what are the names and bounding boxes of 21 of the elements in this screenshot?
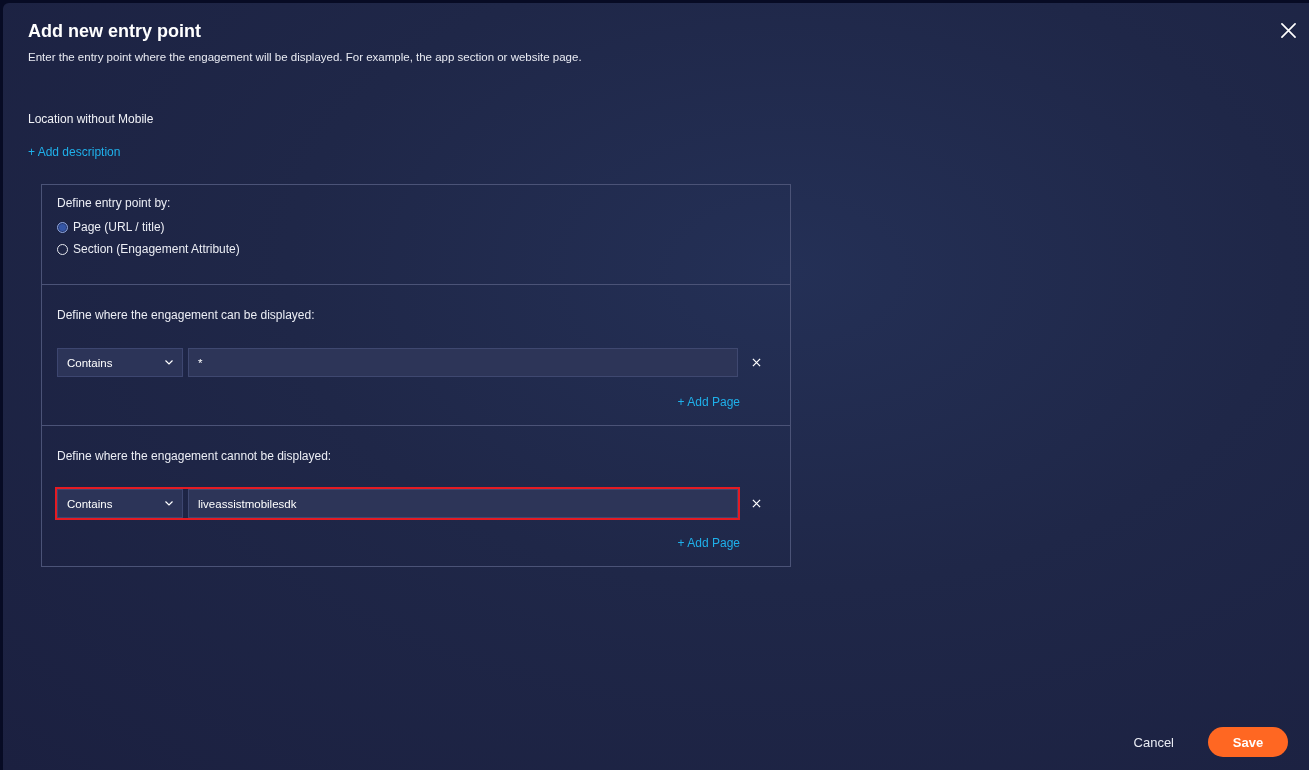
- page-input-field[interactable]: liveassistmobilesdk: [188, 489, 738, 518]
- dialog-subtitle: Enter the entry point where the engagement will be displayed. For example, the app section or website page.: [28, 50, 582, 64]
- page-input-field[interactable]: *: [188, 348, 738, 377]
- entry-point-name: Location without Mobile: [28, 112, 154, 126]
- radio-label[interactable]: Page (URL / title): [73, 219, 165, 235]
- dialog-title: Add new entry point: [28, 20, 201, 42]
- operator-dropdown[interactable]: Contains: [57, 348, 183, 377]
- close-icon[interactable]: [1281, 23, 1296, 38]
- add-description-link[interactable]: + Add description: [28, 145, 121, 159]
- add-page-link[interactable]: + Add Page: [677, 536, 740, 550]
- chevron-down-icon: [165, 360, 173, 365]
- section-heading: Define where the engagement cannot be displayed:: [57, 449, 332, 464]
- remove-icon[interactable]: [752, 499, 761, 508]
- section-heading: Define where the engagement can be displayed:: [57, 308, 315, 323]
- add-page-link[interactable]: + Add Page: [677, 395, 740, 409]
- operator-dropdown[interactable]: Contains: [57, 489, 183, 518]
- radio-label[interactable]: Section (Engagement Attribute): [73, 241, 240, 257]
- chevron-down-icon: [165, 501, 173, 506]
- cancel-button[interactable]: Cancel: [1133, 734, 1174, 750]
- remove-icon[interactable]: [752, 358, 761, 367]
- section-heading: Define entry point by:: [57, 196, 171, 211]
